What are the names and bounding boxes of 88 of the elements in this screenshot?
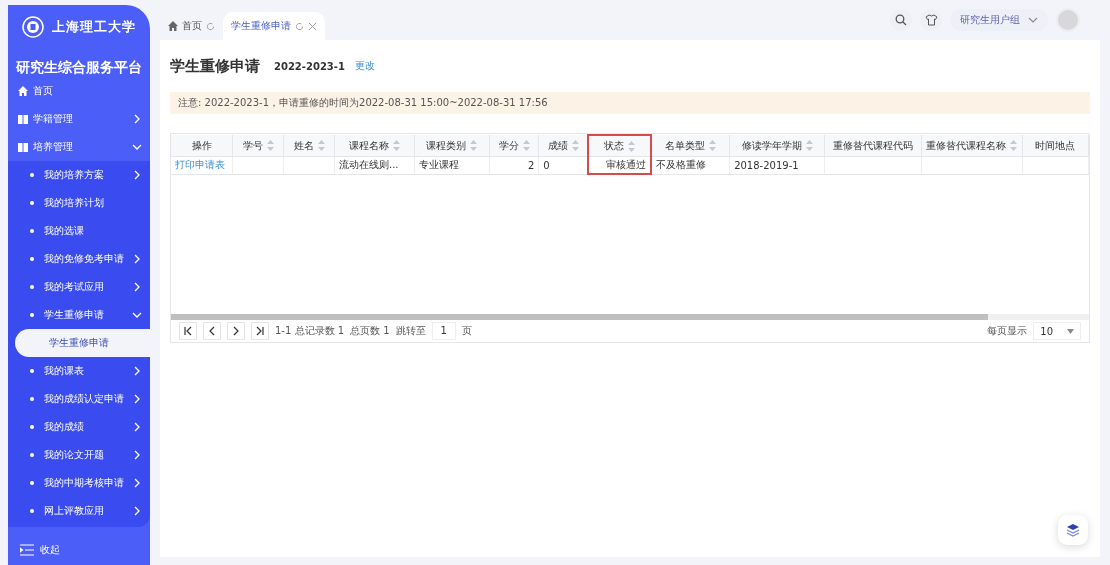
last-page-icon xyxy=(255,326,265,336)
column-header[interactable]: 重修替代课程名称 xyxy=(921,135,1023,157)
sort-icon[interactable] xyxy=(628,140,636,152)
table-cell: 2018-2019-1 xyxy=(729,156,825,174)
avatar[interactable] xyxy=(1056,8,1080,32)
first-page-icon xyxy=(183,326,193,336)
column-header[interactable]: 状态 xyxy=(588,135,652,157)
goto-label: 跳转至 xyxy=(395,324,426,338)
first-page-button[interactable] xyxy=(179,322,197,340)
university-seal-icon xyxy=(22,16,44,38)
table-cell: 0 xyxy=(538,156,589,174)
table-cell: 2 xyxy=(489,156,539,174)
nav-item[interactable]: 网上评教应用 xyxy=(8,497,150,525)
page-unit-label: 页 xyxy=(461,324,472,338)
page-count: 总页数 1 xyxy=(350,324,390,338)
nav-item[interactable]: 我的论文开题 xyxy=(8,441,150,469)
change-link[interactable]: 更改 xyxy=(354,59,375,73)
nav-item[interactable]: 学籍管理 xyxy=(8,105,150,133)
nav-item[interactable]: 我的中期考核申请 xyxy=(8,469,150,497)
sort-icon[interactable] xyxy=(266,140,274,151)
sort-icon[interactable] xyxy=(709,140,717,151)
sort-icon[interactable] xyxy=(805,140,813,151)
layers-icon xyxy=(1066,523,1080,537)
home-icon xyxy=(168,21,178,31)
nav-item[interactable]: 我的免修免考申请 xyxy=(8,245,150,273)
tab[interactable]: 首页 xyxy=(160,12,223,40)
book-icon xyxy=(18,142,28,152)
theme-button[interactable] xyxy=(920,9,942,31)
search-icon xyxy=(895,14,907,26)
nav-item[interactable]: 培养管理 xyxy=(8,133,150,161)
last-page-button[interactable] xyxy=(251,322,269,340)
column-header[interactable]: 学号 xyxy=(232,135,284,157)
sort-icon[interactable] xyxy=(571,140,579,151)
university-logo-text: 上海理工大学 xyxy=(52,18,136,36)
nav-item[interactable]: 我的培养计划 xyxy=(8,189,150,217)
close-icon[interactable] xyxy=(308,21,317,31)
term-text: 2022-2023-1 xyxy=(274,60,345,72)
next-page-icon xyxy=(231,326,241,336)
column-header: 操作 xyxy=(171,135,233,157)
refresh-icon[interactable] xyxy=(295,21,304,31)
nav-item[interactable]: 我的成绩认定申请 xyxy=(8,385,150,413)
table-cell: 审核通过 xyxy=(588,156,652,174)
column-header[interactable]: 姓名 xyxy=(283,135,335,157)
sort-icon[interactable] xyxy=(1010,140,1018,151)
menu-fold-icon xyxy=(20,544,34,556)
search-button[interactable] xyxy=(890,9,912,31)
table-cell: 不及格重修 xyxy=(651,156,730,174)
column-header[interactable]: 修读学年学期 xyxy=(729,135,825,157)
nav-item[interactable]: 我的考试应用 xyxy=(8,273,150,301)
user-group-dropdown[interactable]: 研究生用户组 xyxy=(950,9,1048,31)
column-header[interactable]: 课程名称 xyxy=(334,135,415,157)
layers-button[interactable] xyxy=(1058,515,1088,545)
sort-icon[interactable] xyxy=(522,140,530,151)
nav-item[interactable]: 首页 xyxy=(8,77,150,105)
page-size-label: 每页显示 xyxy=(987,324,1028,338)
nav-item[interactable]: 我的课表 xyxy=(8,357,150,385)
nav-item[interactable]: 学生重修申请 xyxy=(8,301,150,329)
sort-icon[interactable] xyxy=(317,140,325,151)
table-cell: 专业课程 xyxy=(414,156,490,174)
column-header[interactable]: 学分 xyxy=(489,135,539,157)
sort-icon[interactable] xyxy=(470,140,478,151)
chevron-down-icon xyxy=(1028,15,1038,25)
book-icon xyxy=(18,114,28,124)
platform-title: 研究生综合服务平台 xyxy=(15,58,143,77)
nav-item[interactable]: 我的选课 xyxy=(8,217,150,245)
notice-text: 注意: 2022-2023-1，申请重修的时间为2022-08-31 15:00~2022-08-31 17:56 xyxy=(178,96,548,110)
previous-page-button[interactable] xyxy=(203,322,221,340)
caret-icon xyxy=(1067,328,1074,334)
table-cell: 流动在线则... xyxy=(334,156,415,174)
nav-item[interactable]: 我的培养方案 xyxy=(8,161,150,189)
nav-item[interactable]: 我的成绩 xyxy=(8,413,150,441)
page-size-select[interactable]: 10 xyxy=(1033,322,1081,340)
sort-icon[interactable] xyxy=(392,140,400,151)
column-header: 重修替代课程代码 xyxy=(824,135,922,157)
page-number-field[interactable]: 1 xyxy=(431,322,456,340)
next-page-button[interactable] xyxy=(227,322,245,340)
previous-page-icon xyxy=(207,326,217,336)
column-header[interactable]: 成绩 xyxy=(538,135,589,157)
column-header[interactable]: 名单类型 xyxy=(651,135,730,157)
record-summary: 1-1 总记录数 1 xyxy=(275,324,345,338)
tab[interactable]: 学生重修申请 xyxy=(223,12,325,40)
column-header[interactable]: 课程类别 xyxy=(414,135,490,157)
refresh-icon[interactable] xyxy=(206,21,215,31)
shirt-icon xyxy=(924,14,938,26)
print-form-link[interactable]: 打印申请表 xyxy=(175,159,225,171)
column-header: 时间地点 xyxy=(1022,135,1089,157)
page-title: 学生重修申请 xyxy=(170,56,260,76)
home-icon xyxy=(18,86,28,96)
